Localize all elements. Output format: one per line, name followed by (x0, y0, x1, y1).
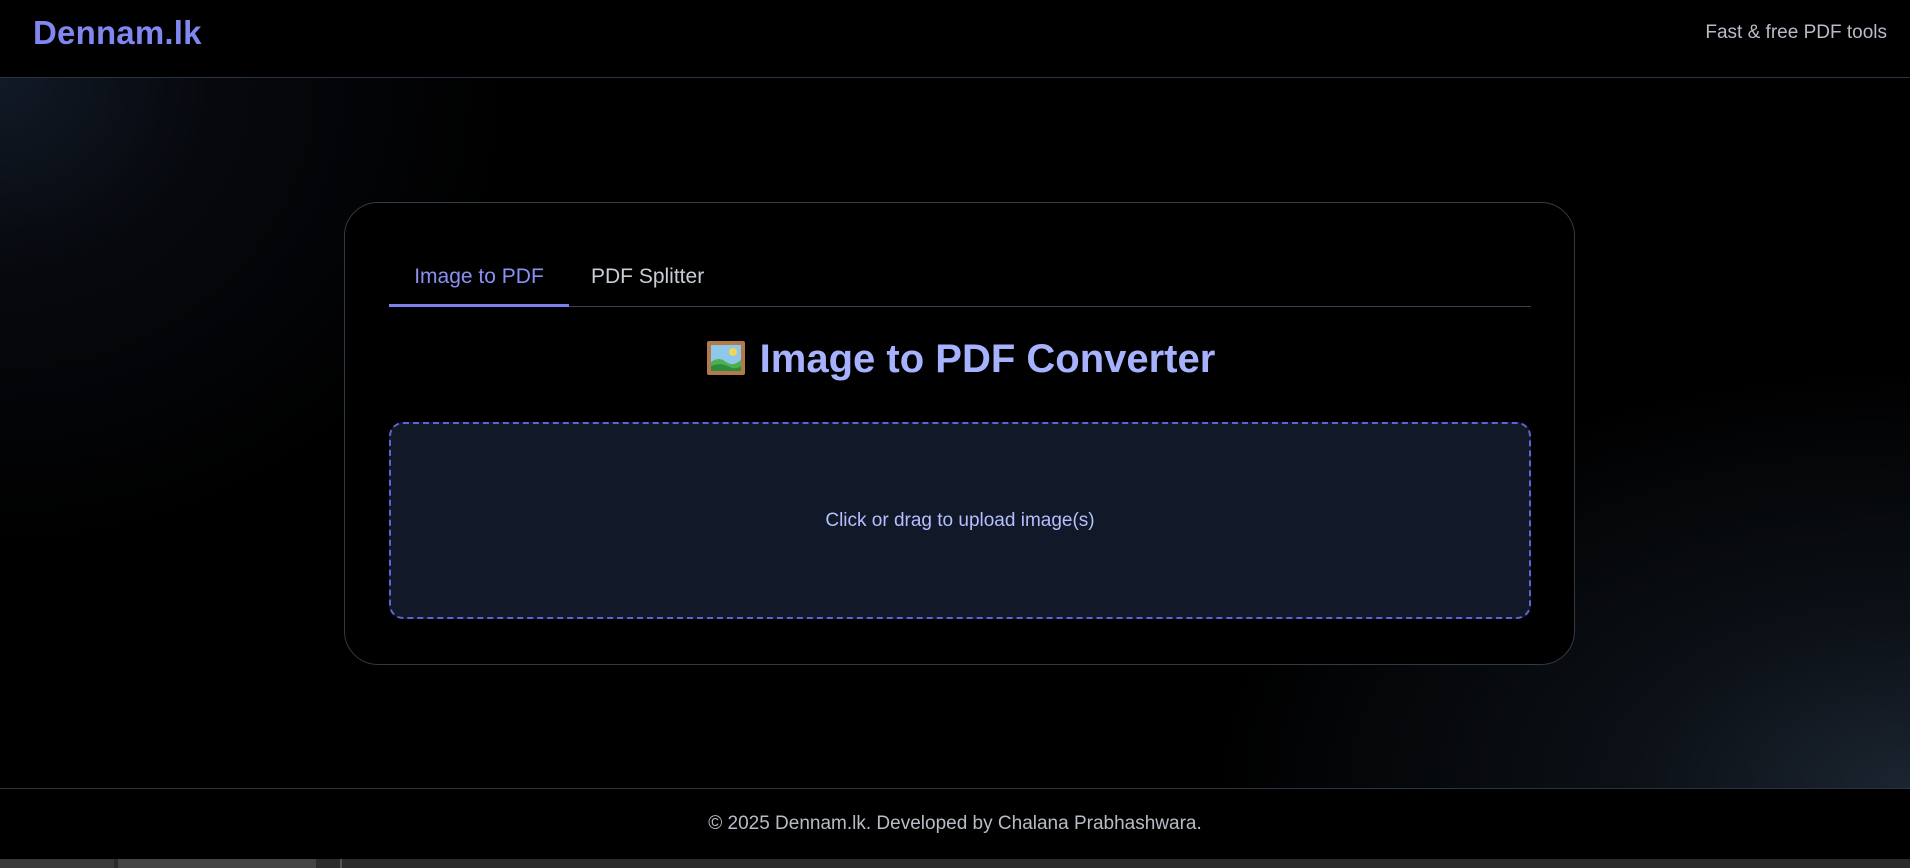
footer-copyright: © 2025 Dennam.lk. Developed by Chalana P… (708, 813, 1202, 834)
brand-logo[interactable]: Dennam.lk (33, 14, 202, 52)
tool-card: Image to PDF PDF Splitter Image to PDF C… (344, 202, 1575, 665)
tab-pdf-splitter[interactable]: PDF Splitter (569, 251, 726, 307)
footer: © 2025 Dennam.lk. Developed by Chalana P… (0, 788, 1910, 859)
tab-image-to-pdf[interactable]: Image to PDF (389, 251, 569, 307)
dropzone-label: Click or drag to upload image(s) (825, 509, 1095, 531)
header: Dennam.lk Fast & free PDF tools (0, 0, 1910, 78)
taskbar-item[interactable] (118, 859, 316, 868)
upload-dropzone[interactable]: Click or drag to upload image(s) (389, 422, 1531, 619)
converter-title-text: Image to PDF Converter (759, 337, 1216, 381)
header-tagline: Fast & free PDF tools (1705, 22, 1887, 43)
page: Dennam.lk Fast & free PDF tools Image to… (0, 0, 1910, 868)
framed-picture-icon (706, 340, 746, 376)
converter-title: Image to PDF Converter (345, 337, 1576, 382)
tab-bar: Image to PDF PDF Splitter (389, 251, 1531, 307)
main-area: Image to PDF PDF Splitter Image to PDF C… (0, 78, 1910, 788)
taskbar-divider (340, 859, 342, 868)
taskbar-item[interactable] (0, 859, 114, 868)
taskbar-strip (0, 859, 1910, 868)
